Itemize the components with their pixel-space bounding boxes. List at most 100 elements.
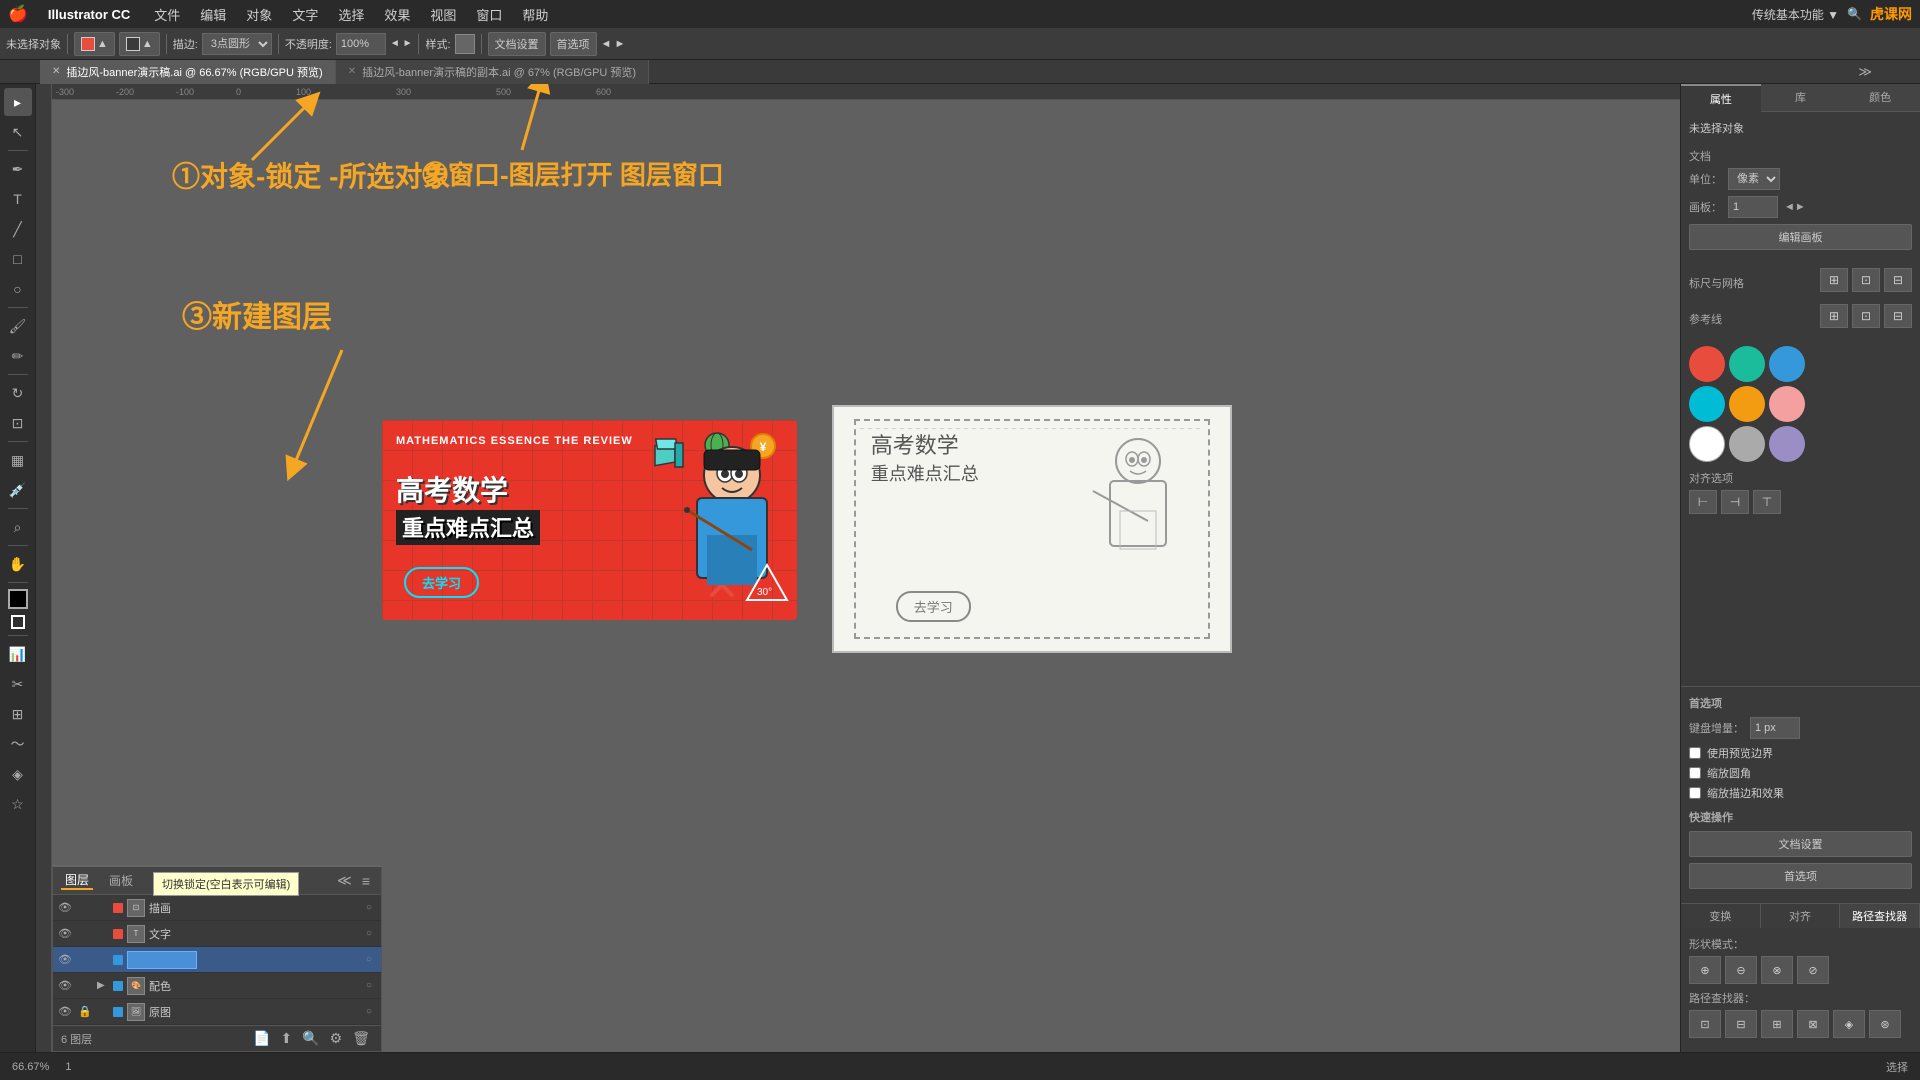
stroke-indicator[interactable] [11, 615, 25, 629]
new-layer-btn[interactable]: 📄 [250, 1030, 273, 1047]
layer-name-input[interactable] [127, 951, 197, 969]
panel-tab-layers[interactable]: 图层 [61, 871, 93, 890]
pathfinder-btn-6[interactable]: ⊛ [1869, 1010, 1901, 1038]
pencil-tool[interactable]: ✏ [4, 342, 32, 370]
layer-visibility-editing[interactable]: 👁 [57, 953, 73, 966]
menu-view[interactable]: 视图 [422, 3, 464, 26]
menu-edit[interactable]: 编辑 [192, 3, 234, 26]
bottom-tab-transform[interactable]: 变换 [1681, 904, 1761, 928]
text-tool[interactable]: T [4, 185, 32, 213]
panel-tab-artboards[interactable]: 画板 [105, 872, 137, 889]
keyboard-inc-input[interactable] [1750, 717, 1800, 739]
color-swatch-cyan[interactable] [1689, 386, 1725, 422]
right-tab-color[interactable]: 颜色 [1840, 84, 1920, 112]
move-layer-btn[interactable]: ⬆ [277, 1030, 295, 1047]
guide-btn-2[interactable]: ⊡ [1852, 304, 1880, 328]
guide-btn-3[interactable]: ⊟ [1884, 304, 1912, 328]
opacity-input[interactable] [336, 33, 386, 55]
artboard-tool[interactable]: ⊞ [4, 700, 32, 728]
ruler-btn-1[interactable]: ⊞ [1820, 268, 1848, 292]
menu-text[interactable]: 文字 [284, 3, 326, 26]
color-swatch-teal[interactable] [1729, 346, 1765, 382]
search-icon[interactable]: 🔍 [1847, 7, 1862, 21]
color-swatch-blue[interactable] [1769, 346, 1805, 382]
graph-tool[interactable]: 📊 [4, 640, 32, 668]
layer-expand-colors[interactable]: ▶ [97, 980, 109, 991]
scale-stroke-checkbox[interactable] [1689, 787, 1701, 799]
bottom-tab-pathfinder[interactable]: 路径查找器 [1840, 904, 1920, 928]
panel-collapse-icon[interactable]: ≪ [334, 872, 355, 889]
right-tab-properties[interactable]: 属性 [1681, 84, 1761, 112]
layer-lock-original[interactable]: 🔒 [77, 1005, 93, 1018]
color-swatch-purple[interactable] [1769, 426, 1805, 462]
brush-tool[interactable]: 🖌 [4, 312, 32, 340]
fill-color-btn[interactable]: ▲ [119, 32, 160, 56]
ruler-btn-2[interactable]: ⊡ [1852, 268, 1880, 292]
menu-object[interactable]: 对象 [238, 3, 280, 26]
layer-visibility-draw[interactable]: 👁 [57, 901, 73, 914]
menu-help[interactable]: 帮助 [514, 3, 556, 26]
preferences-btn[interactable]: 首选项 [550, 32, 597, 56]
pathfinder-btn-1[interactable]: ⊡ [1689, 1010, 1721, 1038]
layer-target-text[interactable]: ○ [361, 928, 377, 939]
panel-settings-btn[interactable]: ⚙ [327, 1030, 346, 1047]
ruler-btn-3[interactable]: ⊟ [1884, 268, 1912, 292]
search-layer-btn[interactable]: 🔍 [299, 1030, 322, 1047]
pathfinder-btn-2[interactable]: ⊟ [1725, 1010, 1757, 1038]
artboard-input[interactable] [1728, 196, 1778, 218]
color-swatch-pink[interactable] [1769, 386, 1805, 422]
align-right-btn[interactable]: ⊤ [1753, 490, 1781, 514]
rect-tool[interactable]: □ [4, 245, 32, 273]
direct-select-tool[interactable]: ↖ [4, 118, 32, 146]
align-left-btn[interactable]: ⊢ [1689, 490, 1717, 514]
gradient-tool[interactable]: ▦ [4, 446, 32, 474]
scale-corners-checkbox[interactable] [1689, 767, 1701, 779]
tab-close-1[interactable]: ✕ [52, 66, 60, 77]
line-tool[interactable]: ╱ [4, 215, 32, 243]
quick-preferences-btn[interactable]: 首选项 [1689, 863, 1912, 889]
tab-2[interactable]: ✕ 插边风-banner演示稿的副本.ai @ 67% (RGB/GPU 预览) [336, 60, 649, 84]
panel-collapse-btn[interactable]: ≫ [1850, 64, 1880, 80]
eyedropper-tool[interactable]: 💉 [4, 476, 32, 504]
canvas-area[interactable]: -300 -200 -100 0 100 300 500 600 ①对象-锁定 … [36, 84, 1680, 1052]
tab-close-2[interactable]: ✕ [348, 66, 356, 77]
quick-doc-settings-btn[interactable]: 文档设置 [1689, 831, 1912, 857]
shape-intersect-btn[interactable]: ⊗ [1761, 956, 1793, 984]
guide-btn-1[interactable]: ⊞ [1820, 304, 1848, 328]
menu-window[interactable]: 窗口 [468, 3, 510, 26]
shape-unite-btn[interactable]: ⊕ [1689, 956, 1721, 984]
bottom-tab-align[interactable]: 对齐 [1761, 904, 1841, 928]
apple-menu[interactable]: 🍎 [8, 4, 28, 24]
layer-target-original[interactable]: ○ [361, 1006, 377, 1017]
delete-layer-btn[interactable]: 🗑 [349, 1030, 373, 1047]
scale-tool[interactable]: ⊡ [4, 409, 32, 437]
shape-exclude-btn[interactable]: ⊘ [1797, 956, 1829, 984]
layer-target-editing[interactable]: ○ [361, 954, 377, 965]
ellipse-tool[interactable]: ○ [4, 275, 32, 303]
color-swatch-red[interactable] [1689, 346, 1725, 382]
layer-row-draw[interactable]: 👁 ⊡ 描画 ○ [53, 895, 381, 921]
layer-row-editing[interactable]: 👁 ○ [53, 947, 381, 973]
layer-visibility-text[interactable]: 👁 [57, 927, 73, 940]
color-swatch-orange[interactable] [1729, 386, 1765, 422]
preview-bounds-checkbox[interactable] [1689, 747, 1701, 759]
symbol-tool[interactable]: ☆ [4, 790, 32, 818]
fill-indicator[interactable] [8, 589, 28, 609]
layer-row-original[interactable]: 👁 🔒 🖼 原图 ○ [53, 999, 381, 1025]
layer-target-draw[interactable]: ○ [361, 902, 377, 913]
layer-row-text[interactable]: 👁 T 文字 ○ [53, 921, 381, 947]
stroke-select[interactable]: 3点圆形 [202, 33, 272, 55]
pen-tool[interactable]: ✒ [4, 155, 32, 183]
zoom-tool[interactable]: ⌕ [4, 513, 32, 541]
app-name[interactable]: Illustrator CC [40, 5, 138, 24]
pathfinder-btn-5[interactable]: ◈ [1833, 1010, 1865, 1038]
panel-menu-icon[interactable]: ≡ [359, 873, 373, 889]
menu-select[interactable]: 选择 [330, 3, 372, 26]
layer-row-colors[interactable]: 👁 ▶ 🎨 配色 ○ [53, 973, 381, 999]
color-swatch-gray[interactable] [1729, 426, 1765, 462]
menu-file[interactable]: 文件 [146, 3, 188, 26]
doc-settings-btn[interactable]: 文档设置 [488, 32, 546, 56]
stroke-color-btn[interactable]: ▲ [74, 32, 115, 56]
edit-artboard-btn[interactable]: 编辑画板 [1689, 224, 1912, 250]
layer-visibility-original[interactable]: 👁 [57, 1005, 73, 1018]
